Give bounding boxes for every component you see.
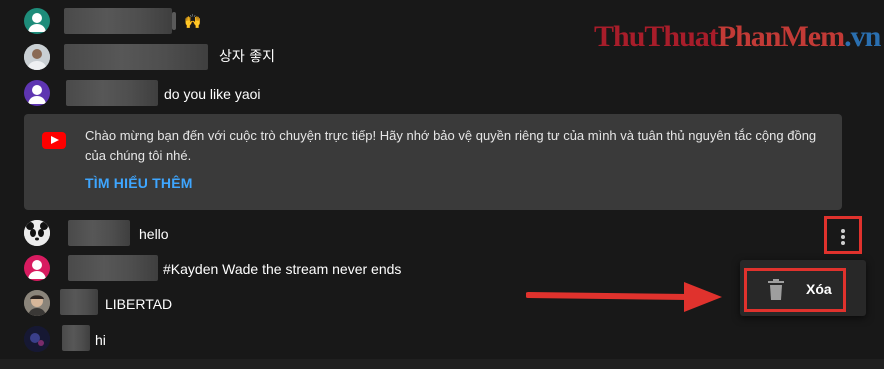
- photo-avatar[interactable]: [24, 290, 50, 316]
- chat-message: hello: [0, 216, 884, 250]
- message-text: hi: [95, 332, 106, 348]
- chat-message: do you like yaoi: [0, 76, 884, 110]
- author-name-redacted[interactable]: [62, 325, 90, 351]
- author-name-redacted[interactable]: [60, 289, 98, 315]
- pink-person-avatar[interactable]: [24, 255, 50, 281]
- photo-avatar[interactable]: [24, 44, 50, 70]
- panda-avatar[interactable]: [24, 220, 50, 246]
- chat-message: 상자 좋지: [0, 40, 884, 74]
- author-name-redacted[interactable]: [68, 255, 158, 281]
- message-text: LIBERTAD: [105, 296, 173, 312]
- trash-icon: [767, 279, 785, 306]
- message-text: #Kayden Wade the stream never ends: [163, 261, 402, 277]
- message-text: 상자 좋지: [219, 49, 275, 65]
- chat-message: 🙌: [0, 4, 884, 38]
- author-name-redacted[interactable]: [68, 220, 130, 246]
- purple-person-avatar[interactable]: [24, 80, 50, 106]
- arrow-annotation: [526, 282, 722, 312]
- bottom-bar: [0, 359, 884, 369]
- delete-label: Xóa: [806, 281, 832, 297]
- teal-person-avatar[interactable]: [24, 8, 50, 34]
- author-name-redacted: [172, 12, 176, 30]
- message-text: 🙌: [184, 14, 202, 30]
- more-options-button[interactable]: [824, 216, 862, 254]
- message-text: do you like yaoi: [164, 86, 261, 102]
- author-name-redacted[interactable]: [66, 80, 158, 106]
- welcome-banner: Chào mừng bạn đến với cuộc trò chuyện tr…: [24, 114, 842, 210]
- chat-message: hi: [0, 323, 884, 357]
- delete-menu-item[interactable]: Xóa: [744, 268, 846, 312]
- dark-photo-avatar[interactable]: [24, 326, 50, 352]
- context-menu: Xóa: [740, 260, 866, 316]
- banner-text: Chào mừng bạn đến với cuộc trò chuyện tr…: [85, 128, 817, 163]
- author-name-redacted[interactable]: [64, 8, 172, 34]
- author-name-redacted[interactable]: [64, 44, 208, 70]
- youtube-icon: [42, 132, 66, 149]
- learn-more-link[interactable]: TÌM HIỂU THÊM: [85, 175, 193, 191]
- message-text: hello: [139, 226, 169, 242]
